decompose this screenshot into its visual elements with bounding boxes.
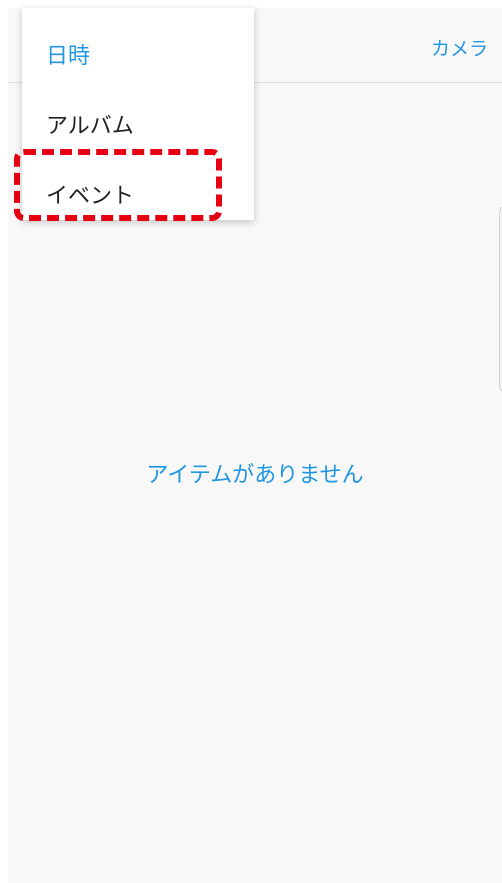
sort-dropdown-menu: 日時 アルバム イベント	[22, 8, 254, 220]
menu-item-event[interactable]: イベント	[22, 156, 254, 226]
menu-item-label: イベント	[46, 184, 135, 209]
empty-state-message: アイテムがありません	[146, 463, 364, 488]
camera-tab[interactable]: カメラ	[431, 34, 488, 61]
menu-item-label: 日時	[46, 44, 91, 69]
menu-item-datetime[interactable]: 日時	[22, 16, 254, 86]
menu-item-label: アルバム	[46, 114, 134, 139]
menu-item-album[interactable]: アルバム	[22, 86, 254, 156]
